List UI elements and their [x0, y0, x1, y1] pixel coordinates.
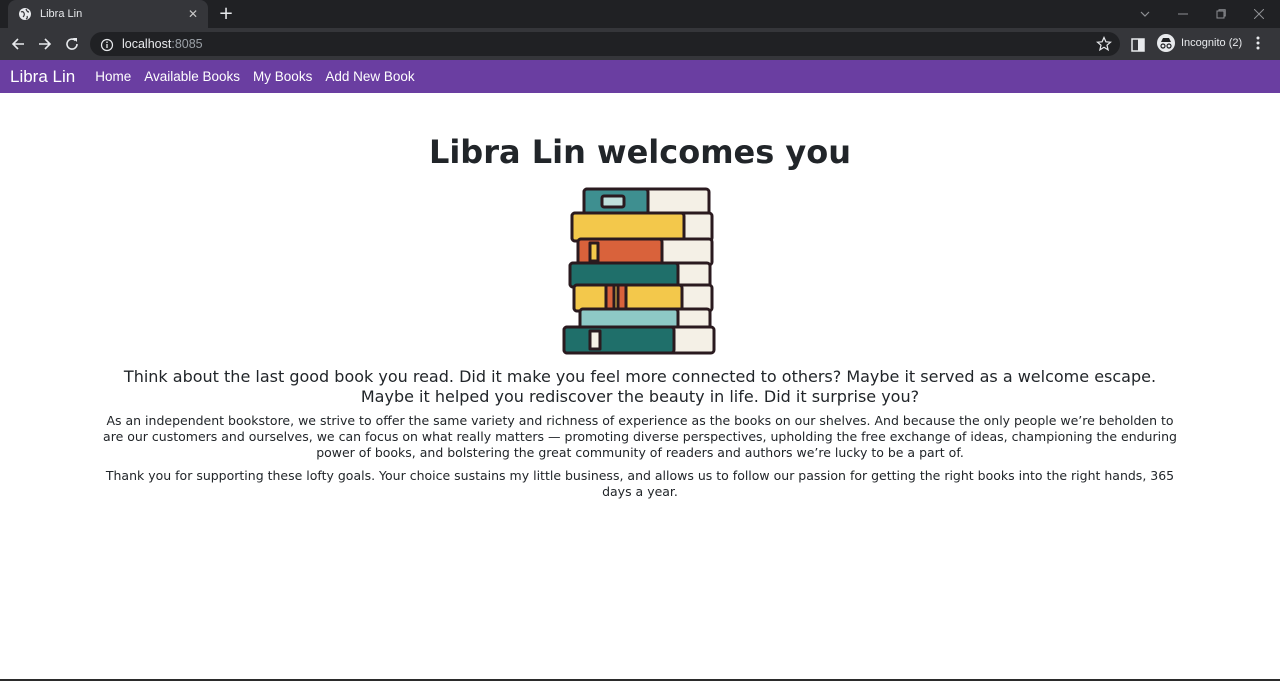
tab-search-icon[interactable]	[1126, 0, 1164, 28]
url-host: localhost	[122, 37, 172, 51]
browser-menu-icon[interactable]	[1254, 35, 1262, 51]
stack-of-books-icon	[560, 185, 720, 360]
back-arrow-icon[interactable]	[8, 34, 28, 54]
brand-link[interactable]: Libra Lin	[10, 67, 75, 87]
lead-paragraph: Think about the last good book you read.…	[123, 367, 1157, 406]
page-title: Libra Lin welcomes you	[428, 133, 852, 171]
incognito-label: Incognito (2)	[1181, 37, 1243, 49]
nav-link-available-books[interactable]: Available Books	[144, 69, 240, 84]
new-tab-button[interactable]: +	[216, 4, 236, 24]
tab-title: Libra Lin	[40, 8, 83, 20]
site-info-icon[interactable]	[100, 37, 114, 52]
forward-arrow-icon[interactable]	[35, 34, 55, 54]
thank-you-paragraph: Thank you for supporting these lofty goa…	[105, 468, 1175, 499]
browser-toolbar: localhost:8085	[0, 28, 1280, 60]
nav-link-home[interactable]: Home	[95, 69, 131, 84]
incognito-badge[interactable]: Incognito (2)	[1155, 32, 1248, 54]
minimize-icon[interactable]	[1164, 0, 1202, 28]
reload-icon[interactable]	[62, 34, 82, 54]
nav-link-my-books[interactable]: My Books	[253, 69, 312, 84]
site-navbar: Libra Lin Home Available Books My Books …	[0, 60, 1280, 93]
bookmark-star-icon[interactable]	[1096, 36, 1112, 52]
incognito-icon	[1157, 34, 1175, 52]
url-port: :8085	[171, 37, 203, 51]
browser-tab[interactable]: Libra Lin ✕	[8, 0, 208, 28]
close-tab-icon[interactable]: ✕	[188, 7, 198, 21]
globe-icon	[18, 7, 32, 21]
close-window-icon[interactable]	[1240, 0, 1278, 28]
about-paragraph: As an independent bookstore, we strive t…	[103, 413, 1177, 460]
main-content: Libra Lin welcomes you Think about the l…	[0, 93, 1280, 679]
restore-icon[interactable]	[1202, 0, 1240, 28]
address-bar[interactable]: localhost:8085	[90, 32, 1120, 56]
side-panel-icon[interactable]	[1131, 37, 1145, 52]
nav-link-add-new-book[interactable]: Add New Book	[325, 69, 414, 84]
browser-tabstrip: Libra Lin ✕ +	[0, 0, 1280, 28]
